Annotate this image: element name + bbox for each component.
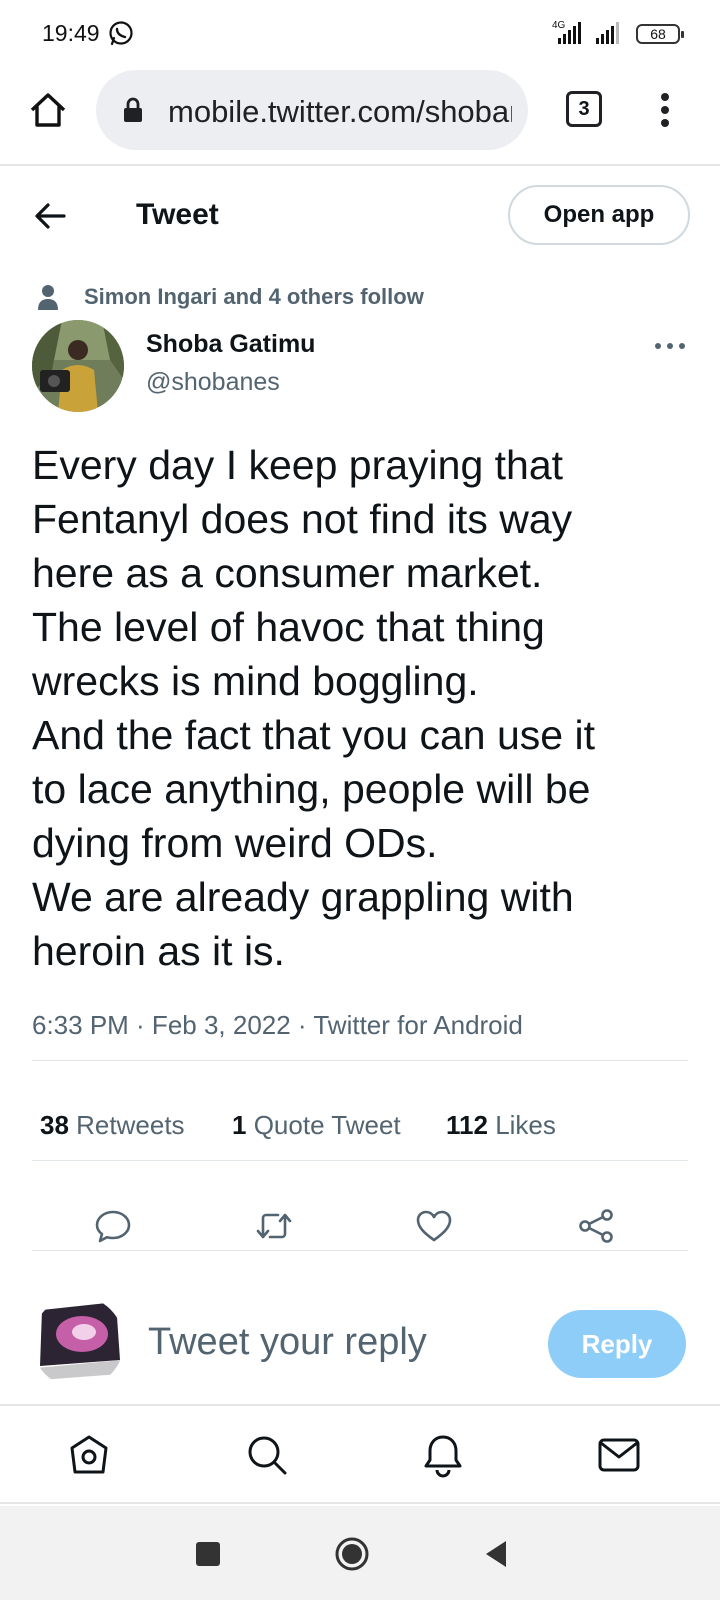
quotes-label: Quote Tweet — [253, 1110, 401, 1140]
quotes-count: 1 — [232, 1110, 247, 1140]
author-avatar-image — [32, 320, 124, 412]
tab-switcher-button[interactable]: 3 — [566, 91, 602, 127]
address-bar[interactable]: mobile.twitter.com/shobanes — [96, 70, 528, 150]
likes-stat[interactable]: 112 Likes — [446, 1110, 556, 1141]
reply-button[interactable]: Reply — [548, 1310, 686, 1378]
user-avatar — [32, 1296, 124, 1388]
status-time: 19:49 — [42, 20, 100, 46]
bottom-navigation — [0, 1404, 720, 1504]
retweets-count: 38 — [40, 1110, 69, 1140]
browser-toolbar: mobile.twitter.com/shobanes 3 — [0, 66, 720, 166]
tweet-text-line: Fentanyl does not find its way — [32, 496, 573, 542]
home-icon[interactable] — [28, 90, 68, 130]
open-app-button[interactable]: Open app — [508, 185, 690, 245]
quote-tweets-stat[interactable]: 1 Quote Tweet — [232, 1110, 401, 1141]
tweet-text-line: dying from weird ODs. — [32, 820, 438, 866]
retweets-label: Retweets — [76, 1110, 185, 1140]
author-name[interactable]: Shoba Gatimu — [146, 330, 315, 359]
person-icon — [38, 285, 58, 310]
lock-icon — [124, 97, 142, 122]
search-icon[interactable] — [244, 1432, 290, 1478]
tweet-timestamp[interactable]: 6:33 PM · Feb 3, 2022 · Twitter for Andr… — [32, 1010, 523, 1041]
home-icon[interactable] — [66, 1432, 112, 1478]
likes-count: 112 — [446, 1110, 488, 1140]
reply-input[interactable] — [148, 1316, 518, 1368]
more-horiz-icon[interactable] — [652, 330, 688, 360]
tweet-text-line: here as a consumer market. — [32, 550, 543, 596]
whatsapp-icon — [109, 21, 133, 46]
signal-icon — [558, 22, 581, 44]
retweets-stat[interactable]: 38 Retweets — [40, 1110, 185, 1141]
battery-indicator: 68 — [636, 24, 684, 44]
author-avatar[interactable] — [32, 320, 124, 412]
messages-icon[interactable] — [596, 1432, 642, 1478]
retweet-icon[interactable] — [254, 1206, 294, 1246]
tweet-text-line: Every day I keep praying that — [32, 442, 564, 488]
tweet-text-line: heroin as it is. — [32, 928, 285, 974]
page-title: Tweet — [136, 198, 219, 231]
recents-icon[interactable] — [190, 1536, 226, 1572]
divider — [32, 1060, 688, 1061]
reply-icon[interactable] — [93, 1206, 133, 1246]
share-icon[interactable] — [576, 1206, 616, 1246]
system-home-icon[interactable] — [334, 1536, 370, 1572]
tweet-text-line: The level of havoc that thing — [32, 604, 545, 650]
tweet-text: Every day I keep praying that Fentanyl d… — [32, 438, 692, 978]
divider — [32, 1250, 688, 1251]
url-text[interactable]: mobile.twitter.com/shobanes — [168, 94, 512, 130]
like-icon[interactable] — [414, 1206, 454, 1246]
social-context-text: Simon Ingari and 4 others follow — [84, 284, 424, 309]
system-navigation-bar — [0, 1506, 720, 1600]
tweet-header: Tweet Open app — [0, 168, 720, 264]
user-avatar-image — [32, 1296, 124, 1388]
tweet-text-line: to lace anything, people will be — [32, 766, 591, 812]
tweet-text-line: wrecks is mind boggling. — [32, 658, 479, 704]
tweet-text-line: And the fact that you can use it — [32, 712, 595, 758]
divider — [32, 1160, 688, 1161]
signal-icon-2 — [596, 22, 619, 44]
likes-label: Likes — [495, 1110, 556, 1140]
back-arrow-icon[interactable] — [30, 196, 70, 236]
system-back-icon[interactable] — [478, 1536, 514, 1572]
tweet-text-line: We are already grappling with — [32, 874, 574, 920]
notifications-icon[interactable] — [420, 1432, 466, 1478]
more-vert-icon[interactable] — [650, 90, 680, 130]
status-bar: 19:49 4G 68 — [0, 0, 720, 66]
author-handle[interactable]: @shobanes — [146, 368, 280, 397]
